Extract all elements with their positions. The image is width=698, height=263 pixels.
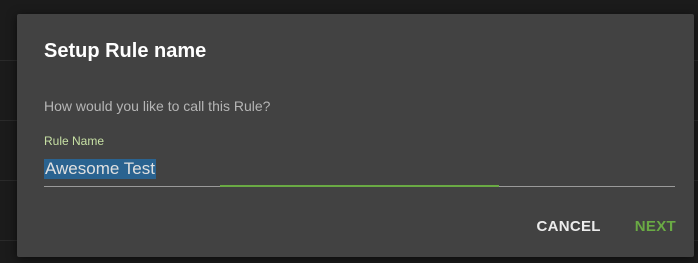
setup-rule-dialog: Setup Rule name How would you like to ca… [17,14,694,257]
cancel-button[interactable]: CANCEL [536,218,600,235]
rule-name-input[interactable]: Awesome Test [44,159,156,179]
dialog-title: Setup Rule name [44,40,207,62]
next-button[interactable]: NEXT [635,218,676,235]
dialog-actions: CANCEL NEXT [536,218,676,235]
rule-name-focus-indicator [220,185,499,187]
dialog-prompt: How would you like to call this Rule? [44,98,271,114]
rule-name-label: Rule Name [44,134,105,148]
